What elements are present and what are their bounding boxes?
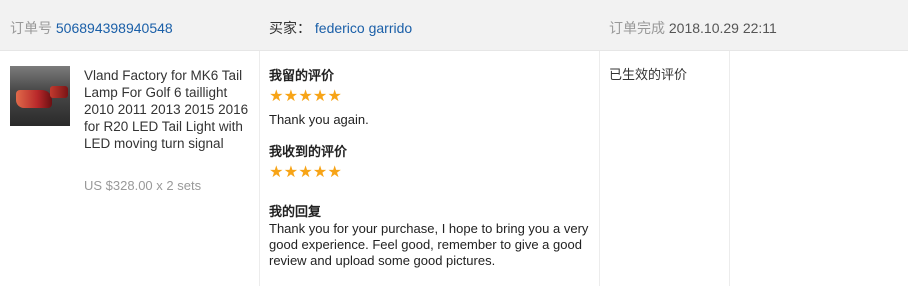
- column-divider: [599, 51, 600, 286]
- reply-title: 我的回复: [269, 204, 322, 219]
- buyer-group: 买家： federico garrido: [269, 20, 412, 36]
- star-icon: ★: [269, 88, 284, 105]
- order-number-group: 订单号 506894398940548: [10, 20, 173, 36]
- star-icon: ★: [269, 164, 284, 181]
- star-icon: ★: [298, 164, 313, 181]
- star-icon: ★: [283, 88, 299, 105]
- star-icon: ★: [312, 164, 328, 181]
- star-icon: ★: [283, 164, 299, 181]
- product-image[interactable]: [10, 66, 70, 126]
- order-status-time: 2018.10.29 22:11: [668, 20, 777, 36]
- left-feedback-text: Thank you again.: [269, 112, 369, 127]
- buyer-label: 买家：: [269, 20, 311, 36]
- product-price: US $328.00 x 2 sets: [84, 178, 202, 193]
- feedback-status-text: 已生效的评价: [609, 67, 688, 82]
- left-feedback-stars: ★★★★★: [269, 88, 342, 105]
- order-header: 订单号 506894398940548 买家： federico garrido…: [0, 0, 908, 51]
- left-feedback-title: 我留的评价: [269, 68, 335, 83]
- star-icon: ★: [312, 88, 328, 105]
- reply-text: Thank you for your purchase, I hope to b…: [269, 221, 589, 268]
- tail-light-photo-detail: [50, 86, 68, 98]
- star-icon: ★: [327, 88, 342, 105]
- order-number-link[interactable]: 506894398940548: [56, 20, 173, 36]
- order-number-label: 订单号: [10, 20, 52, 36]
- star-icon: ★: [327, 164, 342, 181]
- column-divider: [259, 51, 260, 286]
- received-feedback-title: 我收到的评价: [269, 144, 348, 159]
- order-status-label: 订单完成: [609, 20, 665, 36]
- tail-light-photo: [16, 90, 52, 108]
- order-status-group: 订单完成 2018.10.29 22:11: [609, 20, 777, 36]
- product-title-link[interactable]: Vland Factory for MK6 Tail Lamp For Golf…: [84, 67, 254, 152]
- star-icon: ★: [298, 88, 313, 105]
- buyer-name-link[interactable]: federico garrido: [315, 20, 412, 36]
- column-divider: [729, 51, 730, 286]
- order-feedback-card: 订单号 506894398940548 买家： federico garrido…: [0, 0, 908, 286]
- received-feedback-stars: ★★★★★: [269, 164, 342, 181]
